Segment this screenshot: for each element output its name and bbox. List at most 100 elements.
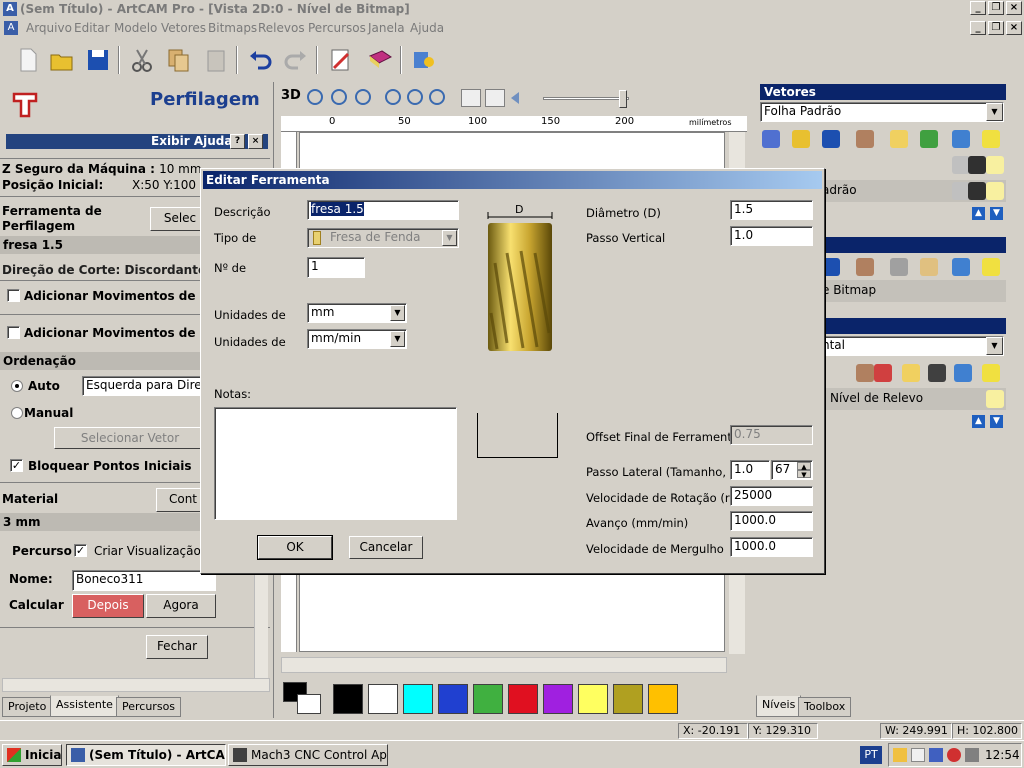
- relief-layers-icon[interactable]: [874, 364, 892, 382]
- copy-layer-icon[interactable]: [856, 130, 874, 148]
- calculate-now-button[interactable]: Agora: [146, 594, 216, 618]
- spinner-down-icon[interactable]: ▼: [797, 470, 811, 479]
- document-icon[interactable]: A: [4, 21, 18, 35]
- zoom-all-icon[interactable]: [429, 89, 445, 105]
- color-swatch-blue[interactable]: [438, 684, 468, 714]
- ok-button[interactable]: OK: [257, 535, 333, 560]
- open-folder-icon[interactable]: [48, 46, 76, 74]
- view-3d-button[interactable]: 3D: [281, 88, 301, 103]
- secondary-color-swatch[interactable]: [297, 694, 321, 714]
- color-swatch-black[interactable]: [333, 684, 363, 714]
- toolpath-name-input[interactable]: Boneco311: [72, 570, 216, 591]
- zoom-out-icon[interactable]: [331, 89, 347, 105]
- help-close-button[interactable]: ×: [248, 134, 263, 149]
- shade-slider[interactable]: [543, 97, 629, 100]
- select-vector-button[interactable]: Selecionar Vetor: [54, 427, 206, 449]
- minimize-button[interactable]: _: [970, 1, 986, 15]
- snap-object-icon[interactable]: [485, 89, 505, 107]
- open-layer-icon[interactable]: [792, 130, 810, 148]
- save-layer-icon[interactable]: [822, 130, 840, 148]
- manual-radio[interactable]: [11, 407, 23, 419]
- tray-icon-3[interactable]: [929, 748, 943, 762]
- zoom-in-icon[interactable]: [307, 89, 323, 105]
- color-swatch-green[interactable]: [473, 684, 503, 714]
- color-swatch-white[interactable]: [368, 684, 398, 714]
- tab-assistente[interactable]: Assistente: [50, 695, 119, 717]
- mdi-minimize-button[interactable]: _: [970, 21, 986, 35]
- start-button[interactable]: Iniciar: [2, 744, 62, 766]
- arrow-left-icon[interactable]: [509, 91, 525, 105]
- tab-percursos[interactable]: Percursos: [116, 697, 182, 717]
- plunge-rate-input[interactable]: 1000.0: [730, 537, 813, 557]
- color-swatch-gold[interactable]: [648, 684, 678, 714]
- spindle-speed-input[interactable]: 25000: [730, 486, 813, 506]
- notes-textarea[interactable]: [214, 407, 457, 520]
- menu-ajuda[interactable]: Ajuda: [410, 21, 444, 35]
- calculate-later-button[interactable]: Depois: [72, 594, 144, 618]
- create-preview-checkbox[interactable]: ✓: [74, 544, 87, 557]
- zoom-previous-icon[interactable]: [407, 89, 423, 105]
- save-icon[interactable]: [84, 46, 112, 74]
- edit-layer-icon[interactable]: [968, 156, 986, 174]
- tray-icon-2[interactable]: [911, 748, 925, 762]
- relief-calc-icon[interactable]: [928, 364, 946, 382]
- stepover-percent-spinner[interactable]: 67 ▲ ▼: [771, 460, 813, 480]
- menu-editar[interactable]: Editar: [74, 21, 110, 35]
- relief-up-button[interactable]: ▲: [972, 415, 985, 428]
- menu-vetores[interactable]: Vetores: [161, 21, 206, 35]
- color-swatch-olive[interactable]: [613, 684, 643, 714]
- view-horizontal-scrollbar[interactable]: [281, 657, 727, 673]
- order-dropdown[interactable]: Esquerda para Direit: [82, 376, 212, 396]
- restore-button[interactable]: ❐: [988, 1, 1004, 15]
- zoom-window-icon[interactable]: [385, 89, 401, 105]
- new-file-icon[interactable]: [14, 46, 42, 74]
- horizontal-scrollbar[interactable]: [2, 678, 270, 692]
- relief-delete-icon[interactable]: [954, 364, 972, 382]
- undo-icon[interactable]: [246, 46, 274, 74]
- bitmap-bulb-icon[interactable]: [982, 258, 1000, 276]
- relief-down-button[interactable]: ▼: [990, 415, 1003, 428]
- tab-projeto[interactable]: Projeto: [2, 697, 53, 717]
- notes-icon[interactable]: [326, 46, 354, 74]
- spinner-up-icon[interactable]: ▲: [797, 462, 811, 471]
- slider-thumb[interactable]: [619, 90, 627, 108]
- layer-down-button[interactable]: ▼: [990, 207, 1003, 220]
- auto-radio[interactable]: [11, 380, 23, 392]
- relief-copy-icon[interactable]: [856, 364, 874, 382]
- visibility-bulb-icon[interactable]: [986, 156, 1004, 174]
- relief-visibility-icon[interactable]: [986, 390, 1004, 408]
- snap-grid-icon[interactable]: [461, 89, 481, 107]
- units-arrow[interactable]: ▼: [390, 305, 405, 321]
- help-label[interactable]: Exibir Ajuda: [151, 134, 232, 149]
- tab-toolbox[interactable]: Toolbox: [798, 697, 852, 717]
- stepover-input[interactable]: 1.0: [730, 460, 770, 480]
- relief-bulb-icon[interactable]: [982, 364, 1000, 382]
- merge-layer-icon[interactable]: [920, 130, 938, 148]
- rate-units-combo[interactable]: mm/min ▼: [307, 329, 407, 349]
- bitmap-image-icon[interactable]: [920, 258, 938, 276]
- tool-type-combo[interactable]: Fresa de Fenda ▼: [307, 228, 459, 248]
- vector-layer-combo[interactable]: Folha Padrão: [760, 102, 1004, 122]
- bitmap-copy-icon[interactable]: [856, 258, 874, 276]
- new-layer-icon[interactable]: [762, 130, 780, 148]
- color-swatch-purple[interactable]: [543, 684, 573, 714]
- rate-units-arrow[interactable]: ▼: [390, 331, 405, 347]
- units-combo[interactable]: mm ▼: [307, 303, 407, 323]
- diameter-input[interactable]: 1.5: [730, 200, 813, 220]
- stepdown-input[interactable]: 1.0: [730, 226, 813, 246]
- color-swatch-red[interactable]: [508, 684, 538, 714]
- delete-layer-icon[interactable]: [952, 130, 970, 148]
- relief-properties-icon[interactable]: [902, 364, 920, 382]
- cut-icon[interactable]: [128, 46, 156, 74]
- close-button[interactable]: ×: [1006, 1, 1022, 15]
- tray-icon-1[interactable]: [893, 748, 907, 762]
- layer-properties-icon[interactable]: [890, 130, 908, 148]
- description-input[interactable]: fresa 1.5: [307, 200, 459, 220]
- shield-icon[interactable]: [947, 748, 961, 762]
- vector-layer-dropdown-arrow[interactable]: ▼: [986, 103, 1003, 121]
- feed-rate-input[interactable]: 1000.0: [730, 511, 813, 531]
- language-indicator[interactable]: PT: [860, 746, 882, 764]
- menu-relevos[interactable]: Relevos: [258, 21, 305, 35]
- light-bulb-icon[interactable]: [982, 130, 1000, 148]
- taskbar-artcam[interactable]: (Sem Título) - ArtCA...: [66, 744, 226, 766]
